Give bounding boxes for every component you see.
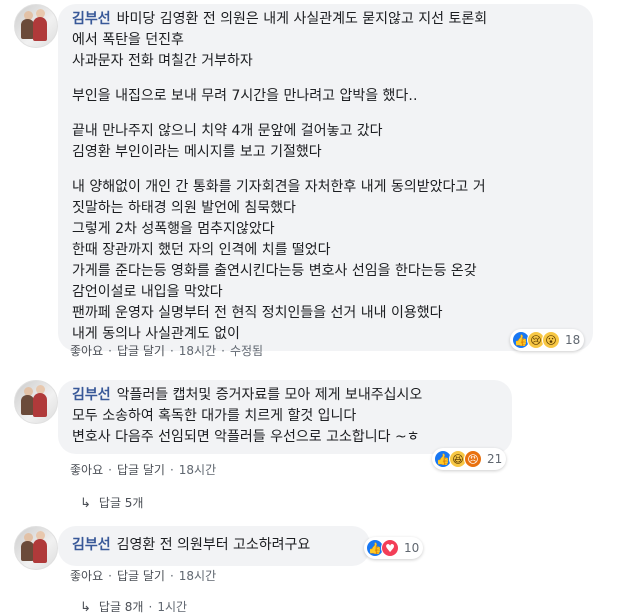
- comment-author[interactable]: 김부선: [72, 11, 111, 27]
- view-replies-link[interactable]: ↳ 답글 5개: [80, 494, 143, 511]
- comment-text: 바미당 김영환 전 의원은 내게 사실관계도 묻지않고 지선 토론회: [116, 11, 488, 27]
- view-replies-link[interactable]: ↳ 답글 8개 · 1시간: [80, 598, 187, 615]
- reaction-count: 10: [404, 541, 420, 555]
- comment-text: 내 양해없이 개인 간 통화를 기자회견을 자처한후 내게 동의받았다고 거: [72, 179, 486, 195]
- timestamp[interactable]: 18시간: [179, 463, 216, 477]
- comment-text: 악플러들 캡처및 증거자료를 모아 제게 보내주십시오: [116, 387, 423, 403]
- reply-link[interactable]: 답글 달기: [117, 569, 165, 583]
- comment-text: 에서 폭탄을 던진후: [72, 32, 184, 48]
- avatar[interactable]: [14, 526, 58, 570]
- avatar[interactable]: [14, 380, 58, 424]
- comment-text: 변호사 다음주 선임되면 악플러들 우선으로 고소합니다 ~ㅎ: [72, 429, 420, 445]
- angry-reaction-icon: 😠: [464, 450, 482, 468]
- comment-actions: 좋아요 · 답글 달기 · 18시간 · 수정됨: [70, 344, 264, 358]
- reply-arrow-icon: ↳: [80, 600, 91, 615]
- comment-text: 김영환 부인이라는 메시지를 보고 기절했다: [72, 144, 322, 160]
- comment-bubble: 김부선 김영환 전 의원부터 고소하려구요: [58, 526, 370, 566]
- comment-text: 짓말하는 하태경 의원 발언에 침묵했다: [72, 200, 296, 216]
- comment-actions: 좋아요 · 답글 달기 · 18시간: [70, 569, 217, 583]
- avatar[interactable]: [14, 4, 58, 48]
- edited-label[interactable]: 수정됨: [230, 344, 263, 358]
- reaction-summary[interactable]: 👍 😆 😠 21: [432, 448, 507, 470]
- reply-arrow-icon: ↳: [80, 496, 91, 511]
- comment-text: 모두 소송하여 혹독한 대가를 치르게 할것 입니다: [72, 408, 357, 424]
- comment-bubble: 김부선 악플러들 캡처및 증거자료를 모아 제게 보내주십시오 모두 소송하여 혹…: [58, 380, 512, 454]
- reaction-count: 21: [487, 452, 503, 466]
- wow-reaction-icon: 😮: [542, 331, 560, 349]
- comment-author[interactable]: 김부선: [72, 537, 111, 553]
- replies-count[interactable]: 답글 8개: [99, 600, 144, 614]
- comment-text: 그렇게 2차 성폭행을 멈추지않았다: [72, 221, 275, 237]
- like-link[interactable]: 좋아요: [70, 569, 103, 583]
- comment-actions: 좋아요 · 답글 달기 · 18시간: [70, 463, 217, 477]
- love-reaction-icon: ♥: [381, 539, 399, 557]
- replies-time: 1시간: [157, 600, 188, 614]
- comment-text: 사과문자 전화 며칠간 거부하자: [72, 53, 253, 69]
- comment-text: 끝내 만나주지 않으니 치약 4개 문앞에 걸어놓고 갔다: [72, 123, 383, 139]
- reaction-summary[interactable]: 👍 😢 😮 18: [510, 329, 585, 351]
- comment-text: 김영환 전 의원부터 고소하려구요: [116, 537, 311, 553]
- comment-bubble: 김부선 바미당 김영환 전 의원은 내게 사실관계도 묻지않고 지선 토론회 에서…: [58, 4, 593, 351]
- comment-text: 한때 장관까지 했던 자의 인격에 치를 떨었다: [72, 242, 331, 258]
- reaction-count: 18: [565, 333, 581, 347]
- replies-count[interactable]: 답글 5개: [99, 496, 144, 510]
- reaction-summary[interactable]: 👍 ♥ 10: [364, 537, 424, 559]
- timestamp[interactable]: 18시간: [179, 344, 216, 358]
- comment-text: 팬까페 운영자 실명부터 전 현직 정치인들을 선거 내내 이용했다: [72, 305, 443, 321]
- like-link[interactable]: 좋아요: [70, 463, 103, 477]
- comment-text: 가게를 준다는등 영화를 출연시킨다는등 변호사 선임을 한다는등 온갖: [72, 263, 477, 279]
- comment-author[interactable]: 김부선: [72, 387, 111, 403]
- reply-link[interactable]: 답글 달기: [117, 463, 165, 477]
- comment-text: 감언이설로 내입을 막았다: [72, 284, 223, 300]
- timestamp[interactable]: 18시간: [179, 569, 216, 583]
- like-link[interactable]: 좋아요: [70, 344, 103, 358]
- comment-text: 부인을 내집으로 보내 무려 7시간을 만나려고 압박을 했다‥: [72, 88, 418, 104]
- reply-link[interactable]: 답글 달기: [117, 344, 165, 358]
